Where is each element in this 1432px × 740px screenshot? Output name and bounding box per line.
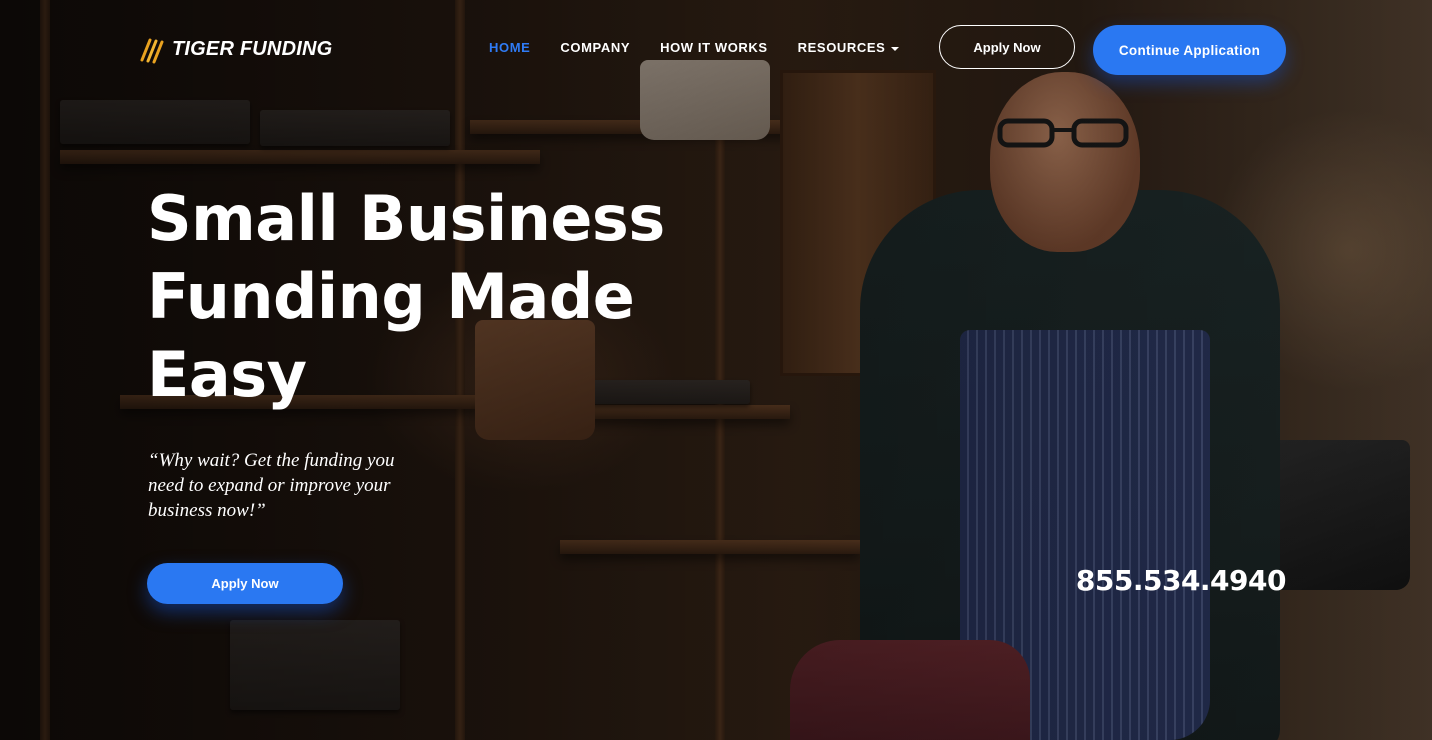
caret-down-icon	[891, 46, 900, 51]
nav-how-it-works-label: HOW IT WORKS	[660, 40, 768, 55]
brand-name: TIGER FUNDING	[172, 37, 333, 60]
main-nav: HOME COMPANY HOW IT WORKS RESOURCES	[489, 40, 929, 55]
nav-company-label: COMPANY	[560, 40, 631, 55]
hero-quote: “Why wait? Get the funding you need to e…	[148, 450, 395, 521]
continue-application-button[interactable]: Continue Application	[1093, 25, 1286, 75]
apply-now-cta-button[interactable]: Apply Now	[147, 563, 343, 604]
hero-headline: Small Business Funding Made Easy	[147, 182, 665, 411]
hero-section: TIGER FUNDING HOME COMPANY HOW IT WORKS …	[0, 0, 1432, 740]
nav-company[interactable]: COMPANY	[560, 40, 630, 55]
phone-number-link[interactable]: 855.534.4940	[1076, 564, 1287, 597]
brand-logo[interactable]: TIGER FUNDING	[136, 34, 332, 64]
nav-how-it-works[interactable]: HOW IT WORKS	[660, 40, 768, 55]
nav-home-label: HOME	[489, 40, 531, 55]
nav-home[interactable]: HOME	[489, 40, 530, 55]
claw-marks-icon	[140, 38, 164, 64]
apply-now-header-button[interactable]: Apply Now	[939, 25, 1075, 69]
nav-resources[interactable]: RESOURCES	[798, 40, 900, 55]
nav-resources-label: RESOURCES	[797, 40, 886, 55]
